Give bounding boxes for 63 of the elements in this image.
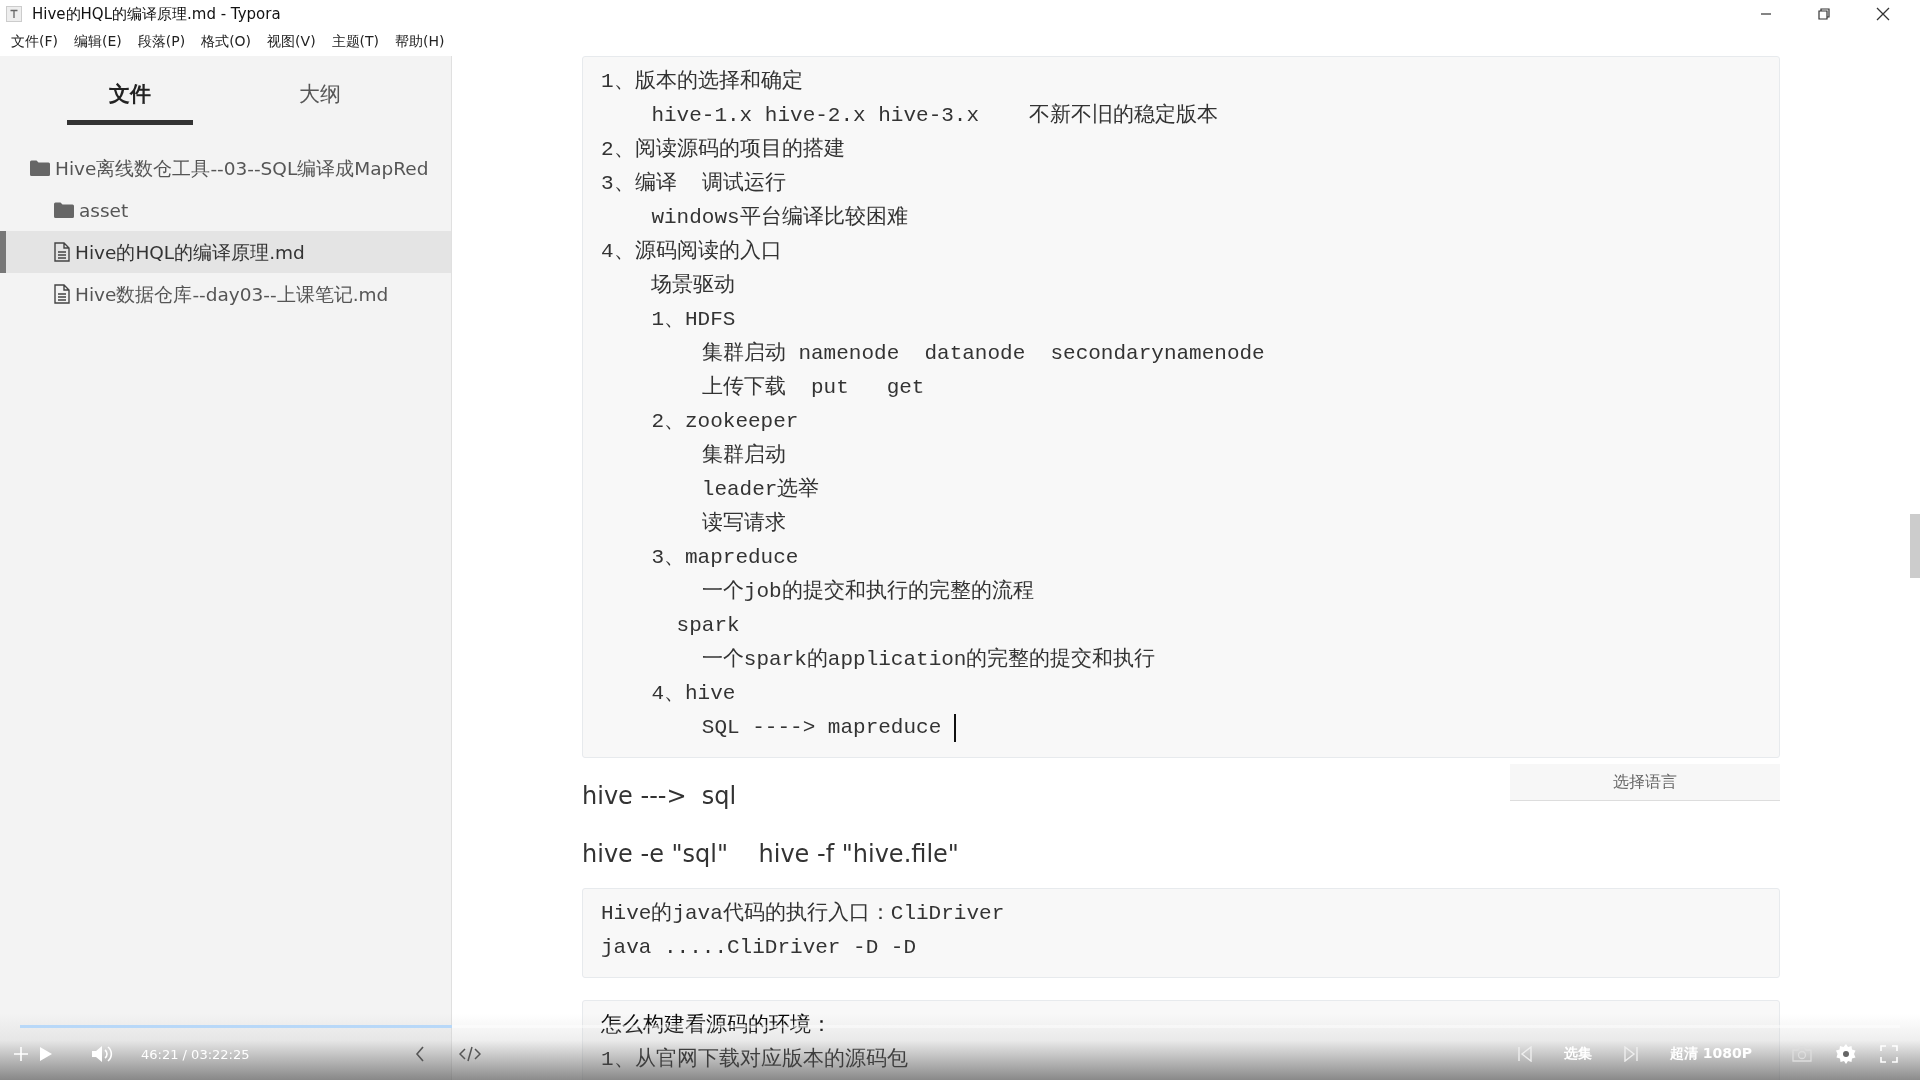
code-line: 2、阅读源码的项目的搭建 — [601, 136, 845, 163]
window-title: Hive的HQL的编译原理.md - Typora — [32, 4, 281, 24]
code-line: 一个spark的application的完整的提交和执行 — [700, 646, 1156, 673]
file-tree-item[interactable]: Hive的HQL的编译原理.md — [0, 231, 451, 273]
code-line: 3、mapreduce — [650, 545, 799, 571]
code-line: 4、源码阅读的入口 — [601, 238, 782, 265]
code-line: spark — [675, 613, 740, 639]
file-name: asset — [79, 199, 129, 221]
restore-icon[interactable] — [1818, 8, 1830, 20]
app-icon — [6, 6, 22, 22]
next-icon[interactable] — [1623, 1046, 1638, 1062]
chevron-left-icon[interactable] — [414, 1046, 425, 1062]
paragraph: hive -e "sql" hive -f "hive.file" — [582, 840, 959, 868]
settings-icon[interactable] — [1836, 1044, 1856, 1064]
sidebar-tab[interactable]: 大纲 — [257, 70, 383, 125]
file-tree-item[interactable]: asset — [0, 189, 451, 231]
scrollbar-thumb[interactable] — [1910, 514, 1920, 578]
code-line: Hive的java代码的执行入口：CliDriver — [601, 900, 1005, 927]
paragraph: hive ---> sql — [582, 782, 737, 810]
menu-item[interactable]: 帮助(H) — [388, 31, 452, 53]
play-icon[interactable] — [39, 1046, 53, 1062]
code-line: 3、编译 调试运行 — [601, 170, 786, 197]
document-icon — [54, 242, 70, 262]
document-icon — [54, 284, 70, 304]
folder-icon — [30, 160, 50, 176]
code-line: 1、从官网下载对应版本的源码包 — [601, 1046, 908, 1073]
code-line: leader选举 — [700, 476, 820, 503]
menu-item[interactable]: 编辑(E) — [67, 31, 129, 53]
code-line: 1、版本的选择和确定 — [601, 68, 803, 95]
code-line: 4、hive — [650, 681, 736, 707]
menu-item[interactable]: 格式(O) — [194, 31, 259, 53]
volume-icon[interactable] — [91, 1045, 113, 1063]
code-line: 一个job的提交和执行的完整的流程 — [700, 578, 1034, 605]
code-line: 场景驱动 — [650, 273, 736, 299]
previous-icon[interactable] — [1517, 1046, 1532, 1062]
code-line: 集群启动 namenode datanode secondarynamenode — [700, 340, 1265, 367]
code-line: java .....CliDriver -D -D — [601, 935, 917, 961]
file-tree-item[interactable]: Hive离线数仓工具--03--SQL编译成MapRed — [0, 147, 451, 189]
folder-icon — [54, 202, 74, 218]
code-line: 上传下载 put get — [700, 374, 925, 401]
menu-item[interactable]: 文件(F) — [4, 31, 65, 53]
menu-item[interactable]: 视图(V) — [260, 31, 323, 53]
code-line: 2、zookeeper — [650, 409, 799, 435]
file-name: Hive离线数仓工具--03--SQL编译成MapRed — [55, 156, 429, 181]
file-name: Hive的HQL的编译原理.md — [75, 240, 305, 265]
code-line: 怎么构建看源码的环境： — [601, 1012, 832, 1039]
code-line: 1、HDFS — [650, 307, 736, 333]
code-line: SQL ----> mapreduce — [700, 715, 943, 741]
file-name: Hive数据仓库--day03--上课笔记.md — [75, 282, 389, 307]
menu-item[interactable]: 段落(P) — [130, 31, 193, 53]
code-line: 集群启动 — [700, 442, 786, 469]
close-icon[interactable] — [1876, 7, 1890, 21]
code-icon[interactable] — [458, 1046, 481, 1062]
file-tree-item[interactable]: Hive数据仓库--day03--上课笔记.md — [0, 273, 451, 315]
code-line: 读写请求 — [700, 510, 786, 537]
plus-icon[interactable] — [13, 1046, 29, 1062]
code-line: windows平台编译比较困难 — [650, 204, 908, 231]
language-selector[interactable]: 选择语言 — [1510, 764, 1780, 801]
code-line: hive-1.x hive-2.x hive-3.x 不新不旧的稳定版本 — [650, 102, 1219, 129]
playback-time: 46:21 / 03:22:25 — [141, 1046, 250, 1062]
sidebar-tab[interactable]: 文件 — [67, 70, 193, 125]
menu-item[interactable]: 主题(T) — [324, 31, 387, 53]
fullscreen-icon[interactable] — [1880, 1045, 1898, 1063]
